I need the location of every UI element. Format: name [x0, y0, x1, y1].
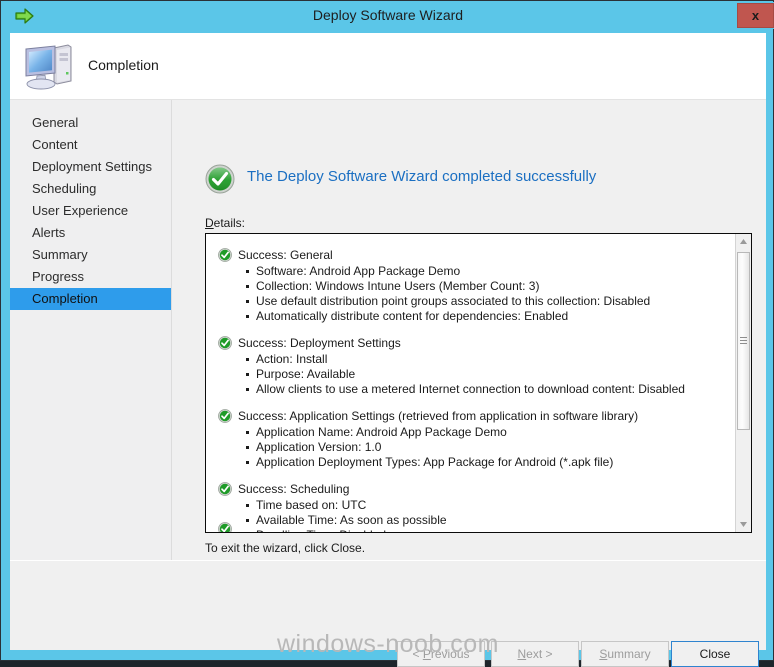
wizard-window: Deploy Software Wizard x Completion Gene…: [0, 0, 774, 667]
title-bar: Deploy Software Wizard x: [2, 2, 774, 29]
details-box: Success: General Software: Android App Pa…: [205, 233, 752, 533]
green-check-circle-icon: [218, 409, 232, 423]
detail-item: Purpose: Available: [246, 367, 736, 382]
detail-group-heading-text: Success: Scheduling: [238, 482, 350, 496]
sidebar-item-summary[interactable]: Summary: [10, 244, 171, 266]
detail-group: Success: Application Settings (retrieved…: [216, 408, 736, 470]
detail-group-heading-text: Success: General: [238, 248, 333, 262]
details-scrollbar[interactable]: [735, 234, 751, 532]
wizard-header: Completion: [10, 33, 766, 100]
detail-group-heading: Success: Deployment Settings: [216, 335, 736, 351]
wizard-steps-list: General Content Deployment Settings Schedul…: [10, 100, 171, 310]
detail-group-heading-text: Success: Deployment Settings: [238, 336, 401, 350]
button-label-prefix: <: [412, 647, 423, 661]
detail-group-heading-text: Success: Application Settings (retrieved…: [238, 409, 639, 423]
sidebar-item-label: User Experience: [32, 203, 129, 218]
success-message: The Deploy Software Wizard completed suc…: [247, 168, 597, 185]
sidebar-item-alerts[interactable]: Alerts: [10, 222, 171, 244]
detail-item-list: Action: Install Purpose: Available Allow c…: [216, 352, 736, 397]
green-check-circle-icon-partial: [218, 522, 232, 532]
sidebar-item-completion[interactable]: Completion: [10, 288, 171, 310]
sidebar-item-scheduling[interactable]: Scheduling: [10, 178, 171, 200]
details-label: Details:: [205, 216, 245, 230]
sidebar-item-user-experience[interactable]: User Experience: [10, 200, 171, 222]
details-label-rest: etails:: [213, 216, 246, 230]
button-accel-char: P: [422, 647, 431, 661]
sidebar-item-label: Summary: [32, 247, 88, 262]
window-title: Deploy Software Wizard: [312, 7, 464, 23]
details-content: Success: General Software: Android App Pa…: [206, 234, 736, 532]
exit-instruction: To exit the wizard, click Close.: [205, 541, 366, 555]
sidebar-item-deployment-settings[interactable]: Deployment Settings: [10, 156, 171, 178]
page-title: Completion: [88, 57, 159, 73]
sidebar-item-label: Completion: [32, 291, 98, 306]
sidebar-item-progress[interactable]: Progress: [10, 266, 171, 288]
detail-item-list: Software: Android App Package Demo Collec…: [216, 264, 736, 324]
detail-item: Available Time: As soon as possible: [246, 513, 736, 528]
wizard-footer: < Previous Next > Summary Close: [10, 560, 766, 667]
detail-group-heading: Success: Scheduling: [216, 481, 736, 497]
sidebar-item-label: Scheduling: [32, 181, 97, 196]
next-button: Next >: [491, 641, 579, 667]
detail-item: Deadline Time: Disabled: [256, 528, 736, 532]
sidebar-item-label: General: [32, 115, 79, 130]
green-check-circle-icon: [218, 482, 232, 496]
detail-item: Automatically distribute content for dep…: [246, 309, 736, 324]
previous-button: < Previous: [397, 641, 485, 667]
details-label-accel: D: [205, 216, 214, 230]
sidebar-item-label: Deployment Settings: [32, 159, 152, 174]
detail-group: Success: Scheduling Time based on: UTC Ava…: [216, 481, 736, 532]
scroll-down-arrow-icon[interactable]: [736, 516, 751, 532]
button-label-rest: ext >: [526, 647, 553, 661]
button-label-rest: revious: [430, 647, 470, 661]
detail-group: Success: General Software: Android App Pa…: [216, 247, 736, 324]
detail-item: Allow clients to use a metered Internet …: [246, 382, 736, 397]
sidebar-item-general[interactable]: General: [10, 112, 171, 134]
sidebar-item-label: Alerts: [32, 225, 66, 240]
green-check-circle-icon: [218, 248, 232, 262]
detail-item: Collection: Windows Intune Users (Member…: [246, 279, 736, 294]
detail-item: Application Version: 1.0: [246, 440, 736, 455]
detail-group: Success: Deployment Settings Action: Inst…: [216, 335, 736, 397]
scroll-up-arrow-icon[interactable]: [736, 234, 751, 250]
detail-group-heading: Success: Application Settings (retrieved…: [216, 408, 736, 424]
detail-item: Application Name: Android App Package De…: [246, 425, 736, 440]
close-icon[interactable]: x: [737, 3, 774, 28]
button-label-rest: ummary: [607, 647, 651, 661]
green-check-circle-icon: [205, 164, 235, 194]
detail-item: Action: Install: [246, 352, 736, 367]
success-banner: The Deploy Software Wizard completed suc…: [205, 161, 725, 197]
sidebar-item-content[interactable]: Content: [10, 134, 171, 156]
detail-group-heading: Success: General: [216, 247, 736, 263]
client-area: Completion General Content Deployment Sett…: [10, 33, 766, 667]
detail-item-list: Application Name: Android App Package De…: [216, 425, 736, 470]
detail-item: Software: Android App Package Demo: [246, 264, 736, 279]
close-button[interactable]: Close: [671, 641, 759, 667]
sidebar-item-label: Content: [32, 137, 78, 152]
summary-button: Summary: [581, 641, 669, 667]
detail-item: Use default distribution point groups as…: [246, 294, 736, 309]
green-check-circle-icon: [218, 336, 232, 350]
computer-icon: [21, 39, 77, 93]
sidebar-item-label: Progress: [32, 269, 85, 284]
button-label-rest: Close: [699, 647, 731, 661]
detail-item-list: Time based on: UTC Available Time: As soo…: [216, 498, 736, 532]
scrollbar-grip-icon: [740, 337, 747, 345]
button-accel-char: N: [517, 647, 527, 661]
detail-item: Time based on: UTC: [246, 498, 736, 513]
detail-item: Application Deployment Types: App Packag…: [246, 455, 736, 470]
scrollbar-thumb[interactable]: [737, 252, 750, 430]
